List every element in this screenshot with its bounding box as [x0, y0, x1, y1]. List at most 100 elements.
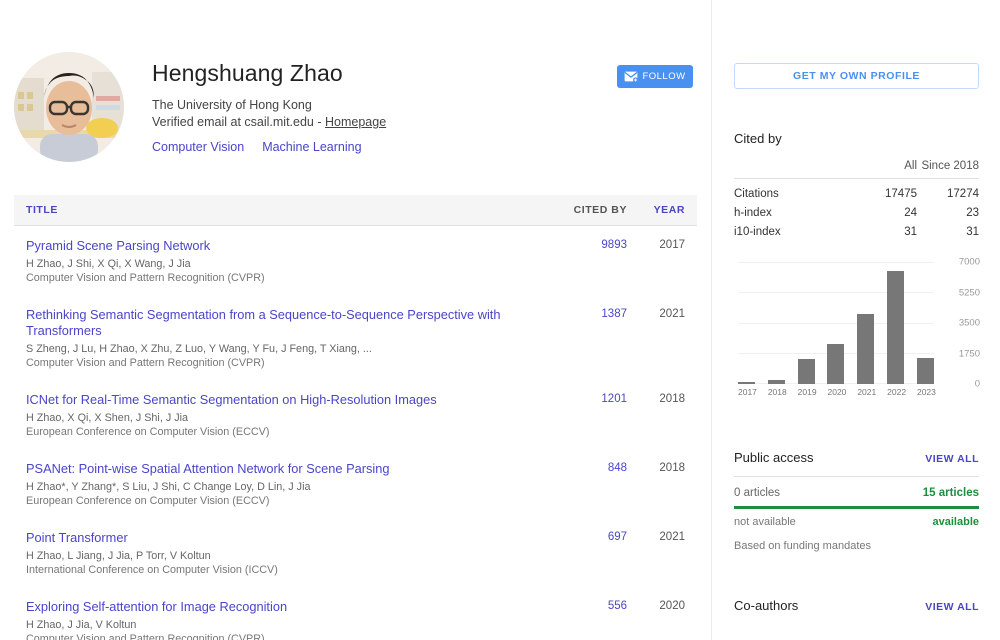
- sidebar: GET MY OWN PROFILE Cited by All Since 20…: [711, 0, 1000, 640]
- chart-x-label-2017: 2017: [738, 387, 757, 397]
- column-header-cited-by: CITED BY: [573, 204, 627, 216]
- metrics-value-since: 31: [966, 226, 979, 238]
- divider: [734, 476, 979, 477]
- chart-bar-2020[interactable]: [827, 343, 845, 384]
- article-authors: H Zhao, J Shi, X Qi, X Wang, J Jia: [26, 258, 191, 270]
- articles-table-header: TITLE CITED BY YEAR: [14, 195, 697, 226]
- metrics-row-i10-index: i10-index 31 31: [734, 221, 979, 240]
- article-cited-by-link[interactable]: 556: [608, 600, 627, 612]
- chart-bar-2018[interactable]: [767, 380, 785, 384]
- public-access-unavailable-count: 0 articles: [734, 487, 781, 499]
- article-title-link[interactable]: PSANet: Point-wise Spatial Attention Net…: [26, 461, 519, 477]
- chart-x-label-2020: 2020: [827, 387, 847, 397]
- chart-bar-2023[interactable]: [916, 357, 934, 384]
- article-cited-by-cell: 556: [535, 599, 627, 612]
- article-year: 2021: [659, 531, 685, 543]
- article-year: 2017: [659, 239, 685, 251]
- metrics-value-since: 17274: [947, 188, 979, 200]
- metrics-header-blank: [734, 160, 855, 179]
- article-venue: Computer Vision and Pattern Recognition …: [26, 633, 265, 640]
- chart-x-label-2019: 2019: [797, 387, 817, 397]
- main-column: Hengshuang Zhao The University of Hong K…: [0, 0, 711, 640]
- article-venue: Computer Vision and Pattern Recognition …: [26, 357, 265, 369]
- article-authors: H Zhao, J Jia, V Koltun: [26, 619, 137, 631]
- chart-bar-2019[interactable]: [797, 358, 815, 384]
- metrics-value-all: 24: [904, 207, 917, 219]
- article-cited-by-cell: 1201: [535, 392, 627, 405]
- metrics-value-all: 17475: [885, 188, 917, 200]
- chart-bars: [738, 262, 934, 384]
- coauthors-view-all-link[interactable]: VIEW ALL: [925, 601, 979, 613]
- avatar[interactable]: [14, 52, 124, 162]
- chart-y-label-7000: 7000: [958, 256, 980, 268]
- verified-email: Verified email at csail.mit.edu - Homepa…: [152, 114, 386, 131]
- column-header-title[interactable]: TITLE: [26, 204, 535, 216]
- article-title-link[interactable]: ICNet for Real-Time Semantic Segmentatio…: [26, 392, 519, 408]
- article-cited-by-link[interactable]: 848: [608, 462, 627, 474]
- table-row: Pyramid Scene Parsing Network H Zhao, J …: [14, 226, 697, 295]
- public-access-progress-bar: [734, 506, 979, 509]
- affiliation: The University of Hong Kong: [152, 98, 312, 112]
- article-title-cell: Point Transformer H Zhao, L Jiang, J Jia…: [26, 530, 535, 577]
- article-title-link[interactable]: Point Transformer: [26, 530, 519, 546]
- article-venue: Computer Vision and Pattern Recognition …: [26, 272, 265, 284]
- homepage-link[interactable]: Homepage: [325, 115, 386, 129]
- article-cited-by-link[interactable]: 1387: [601, 308, 627, 320]
- article-cited-by-cell: 1387: [535, 307, 627, 320]
- get-my-own-profile-label: GET MY OWN PROFILE: [793, 70, 920, 82]
- chart-x-label-2023: 2023: [916, 387, 936, 397]
- article-cited-by-cell: 9893: [535, 238, 627, 251]
- metrics-row-citations: Citations 17475 17274: [734, 179, 979, 203]
- metrics-header-since: Since 2018: [917, 160, 979, 179]
- cited-by-heading: Cited by: [734, 131, 782, 146]
- chart-y-label-5250: 5250: [958, 287, 980, 298]
- table-row: Rethinking Semantic Segmentation from a …: [14, 295, 697, 380]
- follow-button-label: FOLLOW: [642, 71, 686, 82]
- citations-bar-chart: 2017 2018 2019 2020 2021 2022 2023 0 1750 3500 52…: [734, 256, 980, 406]
- chart-bar-2022[interactable]: [887, 270, 905, 384]
- articles-table: TITLE CITED BY YEAR Pyramid Scene Parsin…: [0, 195, 711, 640]
- metrics-header-row: All Since 2018: [734, 160, 979, 179]
- article-cited-by-link[interactable]: 9893: [601, 239, 627, 251]
- coauthors-title: Co-authors: [734, 598, 799, 613]
- page-title: Hengshuang Zhao: [152, 60, 343, 86]
- public-access-available-count: 15 articles: [922, 487, 979, 499]
- article-title-link[interactable]: Exploring Self-attention for Image Recog…: [26, 599, 519, 615]
- public-access-view-all-link[interactable]: VIEW ALL: [925, 453, 979, 465]
- get-my-own-profile-button[interactable]: GET MY OWN PROFILE: [734, 63, 979, 89]
- follow-button[interactable]: FOLLOW: [617, 65, 693, 88]
- chart-plot-area: [738, 262, 934, 384]
- interests-list: Computer Vision Machine Learning: [152, 139, 386, 156]
- article-year: 2018: [659, 393, 685, 405]
- article-venue: European Conference on Computer Vision (…: [26, 426, 270, 438]
- article-authors: S Zheng, J Lu, H Zhao, X Zhu, Z Luo, Y W…: [26, 343, 372, 355]
- public-access-statuses: not available available: [734, 516, 979, 528]
- profile-header: Hengshuang Zhao The University of Hong K…: [0, 0, 711, 162]
- article-cited-by-link[interactable]: 697: [608, 531, 627, 543]
- citation-metrics-table: All Since 2018 Citations 17475 17274 h-i…: [734, 160, 979, 240]
- article-cited-by-link[interactable]: 1201: [601, 393, 627, 405]
- public-access-counts: 0 articles 15 articles: [734, 487, 979, 499]
- article-title-link[interactable]: Pyramid Scene Parsing Network: [26, 238, 519, 254]
- metrics-label[interactable]: i10-index: [734, 221, 855, 240]
- article-venue: International Conference on Computer Vis…: [26, 564, 278, 576]
- chart-bar-2021[interactable]: [857, 314, 875, 384]
- column-header-year[interactable]: YEAR: [627, 204, 685, 216]
- table-row: PSANet: Point-wise Spatial Attention Net…: [14, 449, 697, 518]
- table-row: ICNet for Real-Time Semantic Segmentatio…: [14, 380, 697, 449]
- chart-bar-2017[interactable]: [738, 382, 755, 384]
- metrics-label[interactable]: h-index: [734, 202, 855, 221]
- profile-photo: [14, 52, 124, 162]
- interest-link-computer-vision[interactable]: Computer Vision: [152, 140, 244, 154]
- chart-y-label-0: 0: [974, 378, 980, 390]
- article-title-link[interactable]: Rethinking Semantic Segmentation from a …: [26, 307, 519, 339]
- article-title-cell: Pyramid Scene Parsing Network H Zhao, J …: [26, 238, 535, 285]
- article-title-cell: PSANet: Point-wise Spatial Attention Net…: [26, 461, 535, 508]
- chart-y-label-3500: 3500: [958, 317, 980, 329]
- article-cited-by-cell: 697: [535, 530, 627, 543]
- envelope-icon: [624, 71, 639, 82]
- article-cited-by-cell: 848: [535, 461, 627, 474]
- interest-link-machine-learning[interactable]: Machine Learning: [262, 140, 361, 154]
- public-access-status-available: available: [932, 516, 979, 528]
- metrics-label[interactable]: Citations: [734, 179, 855, 203]
